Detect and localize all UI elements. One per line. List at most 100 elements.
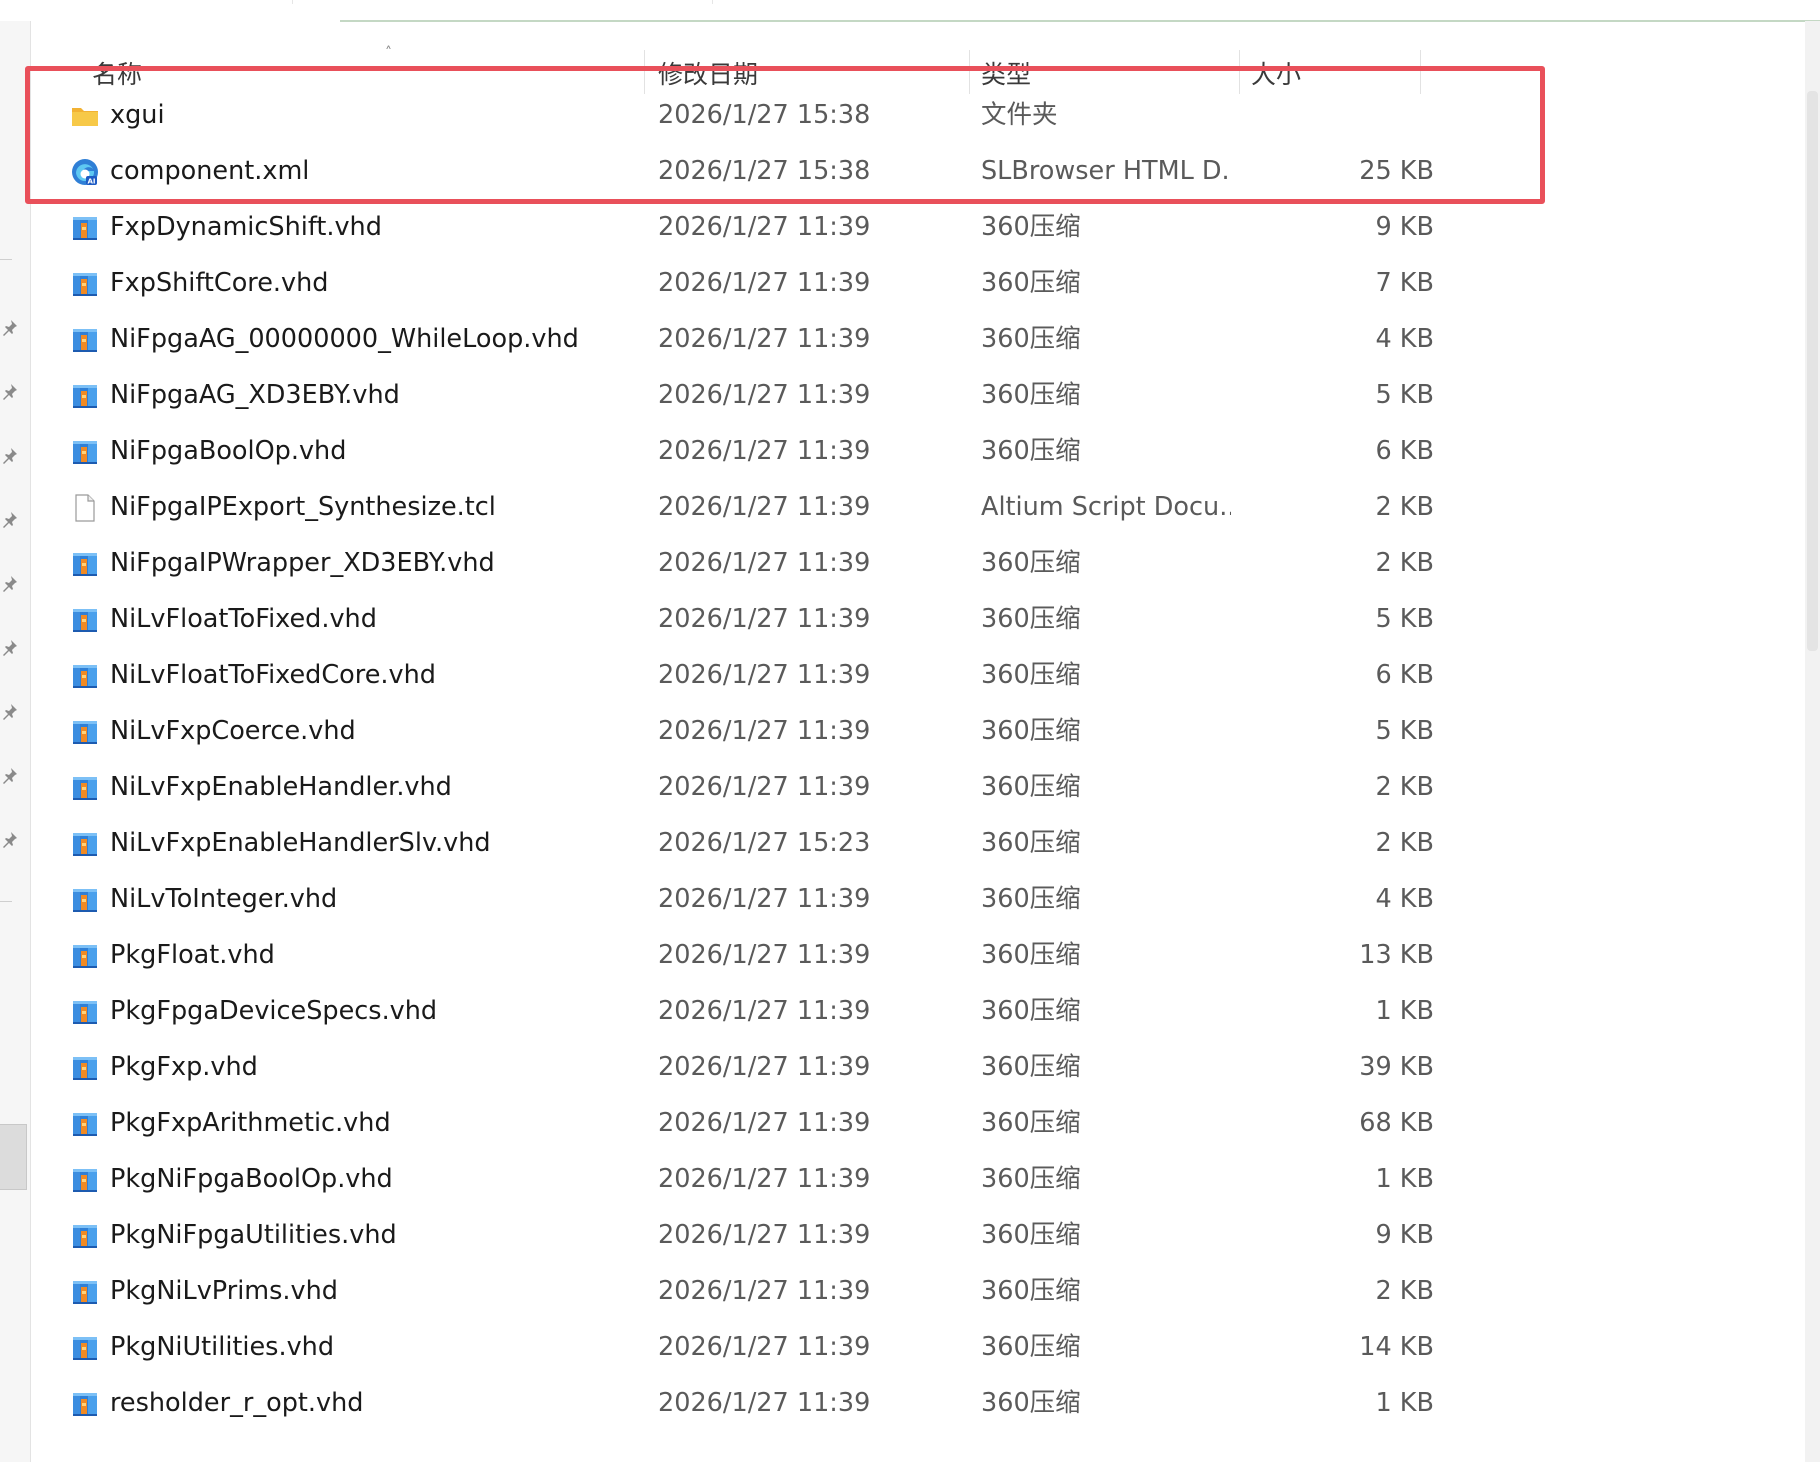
file-name[interactable]: FxpShiftCore.vhd xyxy=(110,266,328,300)
file-type: 360压缩 xyxy=(981,548,1081,578)
file-name[interactable]: PkgFxp.vhd xyxy=(110,1050,258,1084)
pin-icon[interactable] xyxy=(2,574,22,594)
file-modified-date: 2026/1/27 11:39 xyxy=(658,604,871,634)
file-row[interactable]: NiLvFloatToFixedCore.vhd 2026/1/27 11:39 3… xyxy=(30,648,1805,704)
file-name[interactable]: xgui xyxy=(110,98,165,132)
file-name[interactable]: resholder_r_opt.vhd xyxy=(110,1386,363,1420)
file-size: 7 KB xyxy=(1375,268,1434,298)
file-row[interactable]: NiLvToInteger.vhd 2026/1/27 11:39 360压缩 4 K… xyxy=(30,872,1805,928)
archive-icon xyxy=(70,717,100,747)
file-name[interactable]: NiFpgaAG_XD3EBY.vhd xyxy=(110,378,400,412)
file-name[interactable]: NiLvFxpEnableHandler.vhd xyxy=(110,770,452,804)
file-modified-date: 2026/1/27 11:39 xyxy=(658,548,871,578)
archive-icon xyxy=(70,269,100,299)
file-row[interactable]: PkgFpgaDeviceSpecs.vhd 2026/1/27 11:39 360… xyxy=(30,984,1805,1040)
file-row[interactable]: NiLvFxpEnableHandler.vhd 2026/1/27 11:39 3… xyxy=(30,760,1805,816)
file-name[interactable]: PkgFxpArithmetic.vhd xyxy=(110,1106,391,1140)
file-size: 2 KB xyxy=(1375,828,1434,858)
file-size: 5 KB xyxy=(1375,716,1434,746)
archive-icon xyxy=(70,661,100,691)
pin-icon[interactable] xyxy=(2,702,22,722)
file-type: 360压缩 xyxy=(981,884,1081,914)
file-name[interactable]: NiLvFloatToFixedCore.vhd xyxy=(110,658,436,692)
file-name[interactable]: NiFpgaAG_00000000_WhileLoop.vhd xyxy=(110,322,579,356)
column-header-name[interactable]: 名称 xyxy=(92,58,142,92)
file-size: 68 KB xyxy=(1359,1108,1434,1138)
file-name[interactable]: NiLvToInteger.vhd xyxy=(110,882,337,916)
archive-icon xyxy=(70,381,100,411)
file-size: 2 KB xyxy=(1375,492,1434,522)
file-modified-date: 2026/1/27 11:39 xyxy=(658,884,871,914)
pin-icon[interactable] xyxy=(2,766,22,786)
navigation-pane[interactable] xyxy=(0,21,31,1462)
file-name[interactable]: NiFpgaIPExport_Synthesize.tcl xyxy=(110,490,496,524)
file-row[interactable]: resholder_r_opt.vhd 2026/1/27 11:39 360压缩 1… xyxy=(30,1376,1805,1432)
archive-icon xyxy=(70,773,100,803)
toolbar-segment xyxy=(292,0,713,4)
file-row[interactable]: NiLvFxpEnableHandlerSlv.vhd 2026/1/27 15:… xyxy=(30,816,1805,872)
file-size: 6 KB xyxy=(1375,660,1434,690)
folder-row[interactable]: xgui 2026/1/27 15:38 文件夹 xyxy=(30,88,1805,144)
file-row[interactable]: PkgNiFpgaUtilities.vhd 2026/1/27 11:39 360… xyxy=(30,1208,1805,1264)
file-type: 360压缩 xyxy=(981,324,1081,354)
pin-icon[interactable] xyxy=(2,318,22,338)
file-type: Altium Script Docu... xyxy=(981,492,1231,522)
file-name[interactable]: PkgNiUtilities.vhd xyxy=(110,1330,334,1364)
file-row[interactable]: NiLvFloatToFixed.vhd 2026/1/27 11:39 360压缩… xyxy=(30,592,1805,648)
pin-icon[interactable] xyxy=(2,382,22,402)
sort-ascending-icon[interactable]: ˄ xyxy=(385,46,392,60)
archive-icon xyxy=(70,997,100,1027)
pin-icon[interactable] xyxy=(2,510,22,530)
folder-icon xyxy=(70,101,100,131)
file-name[interactable]: component.xml xyxy=(110,154,309,188)
file-name[interactable]: PkgFpgaDeviceSpecs.vhd xyxy=(110,994,437,1028)
file-name[interactable]: PkgNiLvPrims.vhd xyxy=(110,1274,338,1308)
file-row[interactable]: PkgFxpArithmetic.vhd 2026/1/27 11:39 360压缩… xyxy=(30,1096,1805,1152)
file-row[interactable]: NiFpgaAG_XD3EBY.vhd 2026/1/27 11:39 360压缩 5… xyxy=(30,368,1805,424)
pin-icon[interactable] xyxy=(2,446,22,466)
scrollbar-thumb[interactable] xyxy=(1807,91,1818,651)
file-type: 360压缩 xyxy=(981,772,1081,802)
file-size: 4 KB xyxy=(1375,884,1434,914)
file-name[interactable]: NiLvFloatToFixed.vhd xyxy=(110,602,377,636)
column-header-size[interactable]: 大小 xyxy=(1251,58,1301,92)
archive-icon xyxy=(70,1389,100,1419)
file-modified-date: 2026/1/27 11:39 xyxy=(658,1164,871,1194)
file-size: 4 KB xyxy=(1375,324,1434,354)
file-row[interactable]: NiFpgaIPWrapper_XD3EBY.vhd 2026/1/27 11:3… xyxy=(30,536,1805,592)
file-name[interactable]: NiLvFxpEnableHandlerSlv.vhd xyxy=(110,826,491,860)
file-modified-date: 2026/1/27 15:23 xyxy=(658,828,871,858)
vertical-scrollbar[interactable] xyxy=(1805,21,1820,1462)
nav-scrollbar-thumb[interactable] xyxy=(0,1124,27,1190)
file-row[interactable]: PkgNiLvPrims.vhd 2026/1/27 11:39 360压缩 2 KB xyxy=(30,1264,1805,1320)
pin-icon[interactable] xyxy=(2,638,22,658)
file-row[interactable]: FxpDynamicShift.vhd 2026/1/27 11:39 360压缩 9… xyxy=(30,200,1805,256)
toolbar-segment xyxy=(0,0,293,4)
file-name[interactable]: NiLvFxpCoerce.vhd xyxy=(110,714,356,748)
file-size: 5 KB xyxy=(1375,604,1434,634)
file-name[interactable]: FxpDynamicShift.vhd xyxy=(110,210,382,244)
file-size: 9 KB xyxy=(1375,1220,1434,1250)
file-modified-date: 2026/1/27 11:39 xyxy=(658,380,871,410)
file-row[interactable]: PkgNiUtilities.vhd 2026/1/27 11:39 360压缩 14… xyxy=(30,1320,1805,1376)
column-header-type[interactable]: 类型 xyxy=(981,58,1031,92)
file-name[interactable]: PkgNiFpgaBoolOp.vhd xyxy=(110,1162,393,1196)
file-modified-date: 2026/1/27 15:38 xyxy=(658,100,871,130)
file-row[interactable]: PkgFloat.vhd 2026/1/27 11:39 360压缩 13 KB xyxy=(30,928,1805,984)
file-modified-date: 2026/1/27 11:39 xyxy=(658,1052,871,1082)
file-row[interactable]: PkgNiFpgaBoolOp.vhd 2026/1/27 11:39 360压缩 1… xyxy=(30,1152,1805,1208)
file-row[interactable]: PkgFxp.vhd 2026/1/27 11:39 360压缩 39 KB xyxy=(30,1040,1805,1096)
pin-icon[interactable] xyxy=(2,830,22,850)
file-name[interactable]: NiFpgaBoolOp.vhd xyxy=(110,434,346,468)
file-name[interactable]: PkgNiFpgaUtilities.vhd xyxy=(110,1218,397,1252)
file-row[interactable]: FxpShiftCore.vhd 2026/1/27 11:39 360压缩 7 KB xyxy=(30,256,1805,312)
file-row[interactable]: NiFpgaBoolOp.vhd 2026/1/27 11:39 360压缩 6 KB xyxy=(30,424,1805,480)
archive-icon xyxy=(70,605,100,635)
file-row[interactable]: NiLvFxpCoerce.vhd 2026/1/27 11:39 360压缩 5 K… xyxy=(30,704,1805,760)
file-name[interactable]: NiFpgaIPWrapper_XD3EBY.vhd xyxy=(110,546,495,580)
file-row[interactable]: NiFpgaAG_00000000_WhileLoop.vhd 2026/1/27… xyxy=(30,312,1805,368)
file-row[interactable]: NiFpgaIPExport_Synthesize.tcl 2026/1/27 1… xyxy=(30,480,1805,536)
column-header-modified[interactable]: 修改日期 xyxy=(658,58,758,92)
file-row[interactable]: AI component.xml 2026/1/27 15:38 SLBrowser … xyxy=(30,144,1805,200)
file-name[interactable]: PkgFloat.vhd xyxy=(110,938,275,972)
